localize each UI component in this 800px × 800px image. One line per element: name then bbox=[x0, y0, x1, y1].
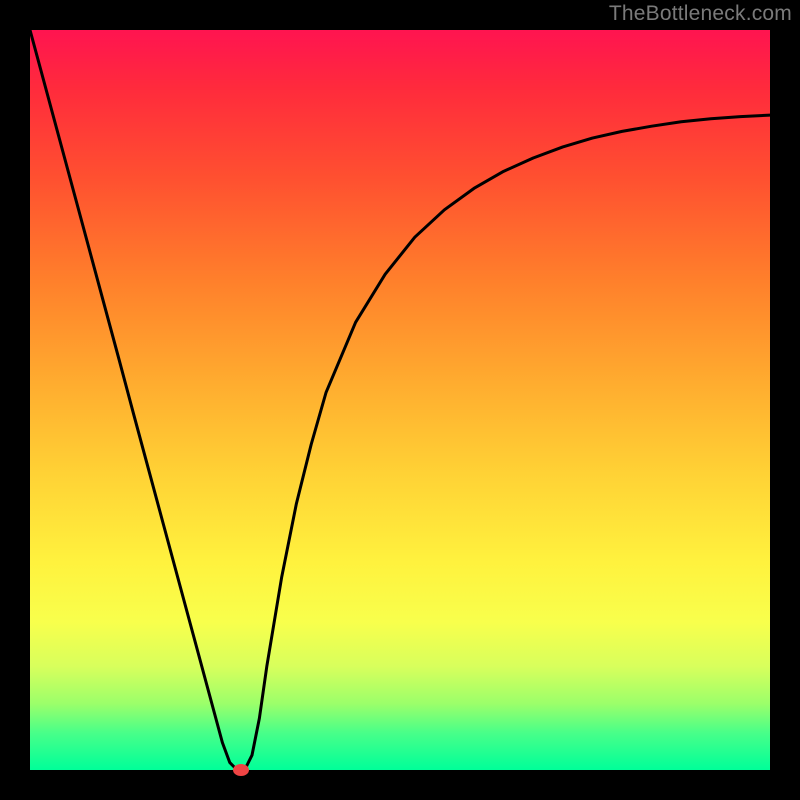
watermark-text: TheBottleneck.com bbox=[609, 2, 792, 26]
plot-area bbox=[30, 30, 770, 770]
optimal-point-marker bbox=[233, 764, 249, 776]
bottleneck-curve bbox=[30, 30, 770, 770]
chart-frame: TheBottleneck.com bbox=[0, 0, 800, 800]
